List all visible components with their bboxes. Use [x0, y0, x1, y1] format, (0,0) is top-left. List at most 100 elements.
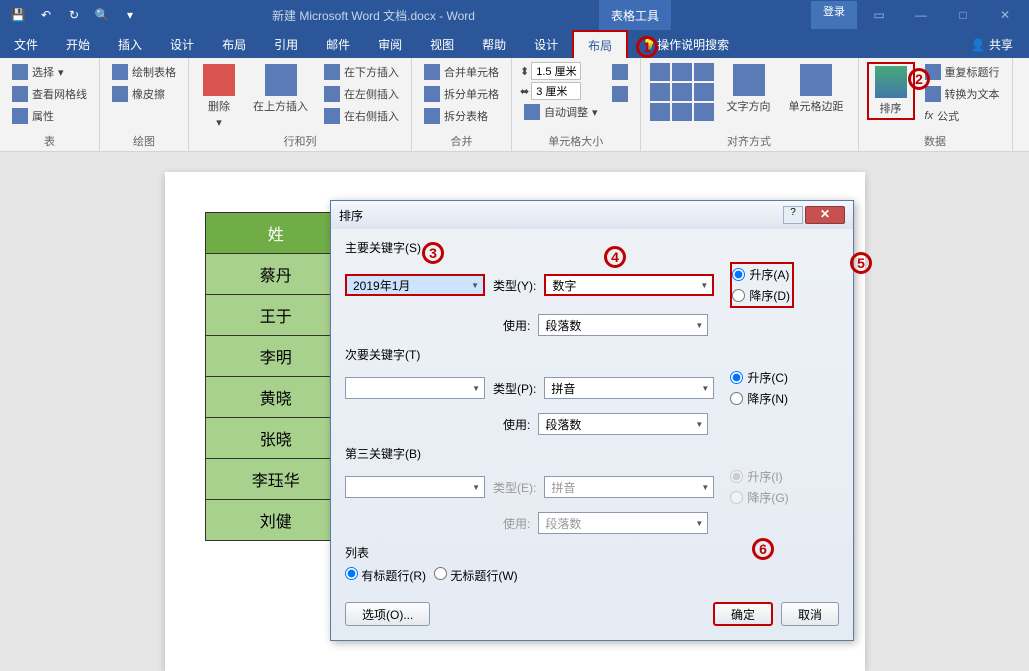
- align-tl-icon[interactable]: [650, 63, 670, 81]
- to-text-button[interactable]: 转换为文本: [921, 84, 1004, 104]
- insert-right-icon: [324, 108, 340, 124]
- tab-references[interactable]: 引用: [260, 30, 312, 58]
- align-mr-icon[interactable]: [694, 83, 714, 101]
- close-icon[interactable]: ✕: [985, 1, 1025, 29]
- align-br-icon[interactable]: [694, 103, 714, 121]
- secondary-using-select[interactable]: 段落数: [538, 413, 708, 435]
- dialog-close-icon[interactable]: ✕: [805, 206, 845, 224]
- draw-table-button[interactable]: 绘制表格: [108, 62, 180, 82]
- split-cells-button[interactable]: 拆分单元格: [420, 84, 503, 104]
- eraser-icon: [112, 86, 128, 102]
- align-mc-icon[interactable]: [672, 83, 692, 101]
- third-type-select: 拼音: [544, 476, 714, 498]
- align-tc-icon[interactable]: [672, 63, 692, 81]
- insert-below-icon: [324, 64, 340, 80]
- tab-design[interactable]: 设计: [156, 30, 208, 58]
- pencil-icon: [112, 64, 128, 80]
- tab-layout[interactable]: 布局: [208, 30, 260, 58]
- third-desc-radio: 降序(G): [730, 489, 788, 506]
- has-header-radio[interactable]: 有标题行(R): [345, 567, 426, 584]
- align-bc-icon[interactable]: [672, 103, 692, 121]
- secondary-key-label: 次要关键字(T): [345, 346, 839, 363]
- table-header: 姓: [205, 213, 347, 254]
- login-button[interactable]: 登录: [811, 1, 857, 29]
- cell-margins-icon: [800, 64, 832, 96]
- split-table-button[interactable]: 拆分表格: [420, 106, 503, 126]
- group-data: 数据: [867, 131, 1004, 149]
- formula-button[interactable]: fx 公式: [921, 106, 1004, 126]
- secondary-desc-radio[interactable]: 降序(N): [730, 390, 788, 407]
- marker-5: 5: [850, 252, 872, 274]
- tab-mail[interactable]: 邮件: [312, 30, 364, 58]
- table-cell: 蔡丹: [205, 254, 347, 295]
- cancel-button[interactable]: 取消: [781, 602, 839, 626]
- row-height-input[interactable]: ⬍: [520, 62, 602, 80]
- align-tr-icon[interactable]: [694, 63, 714, 81]
- no-header-radio[interactable]: 无标题行(W): [434, 567, 518, 584]
- distribute-cols-button[interactable]: [608, 84, 632, 104]
- merge-icon: [424, 64, 440, 80]
- save-icon[interactable]: 💾: [6, 3, 30, 27]
- group-table: 表: [8, 131, 91, 149]
- window-title: 新建 Microsoft Word 文档.docx - Word: [148, 7, 599, 24]
- secondary-type-select[interactable]: 拼音: [544, 377, 714, 399]
- eraser-button[interactable]: 橡皮擦: [108, 84, 180, 104]
- split-table-icon: [424, 108, 440, 124]
- options-button[interactable]: 选项(O)...: [345, 602, 430, 626]
- tab-help[interactable]: 帮助: [468, 30, 520, 58]
- tab-home[interactable]: 开始: [52, 30, 104, 58]
- pointer-icon: [12, 64, 28, 80]
- properties-button[interactable]: 属性: [8, 106, 91, 126]
- repeat-header-button[interactable]: 重复标题行: [921, 62, 1004, 82]
- tab-review[interactable]: 审阅: [364, 30, 416, 58]
- primary-using-select[interactable]: 段落数: [538, 314, 708, 336]
- ok-button[interactable]: 确定: [713, 602, 773, 626]
- third-key-select[interactable]: [345, 476, 485, 498]
- delete-button[interactable]: 删除▾: [197, 62, 241, 131]
- cell-margins-button[interactable]: 单元格边距: [783, 62, 850, 116]
- undo-icon[interactable]: ↶: [34, 3, 58, 27]
- insert-above-button[interactable]: 在上方插入: [247, 62, 314, 116]
- secondary-key-select[interactable]: [345, 377, 485, 399]
- tab-table-design[interactable]: 设计: [520, 30, 572, 58]
- dialog-help-icon[interactable]: ?: [783, 206, 803, 224]
- col-width-input[interactable]: ⬌: [520, 82, 602, 100]
- minimize-icon[interactable]: —: [901, 1, 941, 29]
- maximize-icon[interactable]: □: [943, 1, 983, 29]
- text-direction-button[interactable]: 文字方向: [721, 62, 777, 116]
- view-gridlines-button[interactable]: 查看网格线: [8, 84, 91, 104]
- group-align: 对齐方式: [649, 131, 850, 149]
- primary-desc-radio[interactable]: 降序(D): [732, 287, 790, 304]
- dist-cols-icon: [612, 86, 628, 102]
- insert-left-button[interactable]: 在左侧插入: [320, 84, 403, 104]
- sort-button[interactable]: 排序: [867, 62, 915, 120]
- tab-view[interactable]: 视图: [416, 30, 468, 58]
- tab-file[interactable]: 文件: [0, 30, 52, 58]
- qat-more-icon[interactable]: ▾: [118, 3, 142, 27]
- insert-below-button[interactable]: 在下方插入: [320, 62, 403, 82]
- align-bl-icon[interactable]: [650, 103, 670, 121]
- tab-insert[interactable]: 插入: [104, 30, 156, 58]
- preview-icon[interactable]: 🔍: [90, 3, 114, 27]
- grid-icon: [12, 86, 28, 102]
- primary-asc-radio[interactable]: 升序(A): [732, 266, 790, 283]
- ribbon-display-icon[interactable]: ▭: [859, 1, 899, 29]
- primary-key-select[interactable]: 2019年1月: [345, 274, 485, 296]
- redo-icon[interactable]: ↻: [62, 3, 86, 27]
- align-ml-icon[interactable]: [650, 83, 670, 101]
- distribute-rows-button[interactable]: [608, 62, 632, 82]
- insert-above-icon: [265, 64, 297, 96]
- group-rowcol: 行和列: [197, 131, 403, 149]
- share-button[interactable]: 👤 共享: [955, 36, 1029, 53]
- primary-type-select[interactable]: 数字: [544, 274, 714, 296]
- dialog-title: 排序: [339, 207, 783, 224]
- insert-right-button[interactable]: 在右侧插入: [320, 106, 403, 126]
- third-key-label: 第三关键字(B): [345, 445, 839, 462]
- properties-icon: [12, 108, 28, 124]
- merge-cells-button[interactable]: 合并单元格: [420, 62, 503, 82]
- secondary-asc-radio[interactable]: 升序(C): [730, 369, 788, 386]
- autofit-button[interactable]: 自动调整 ▾: [520, 102, 602, 122]
- group-merge: 合并: [420, 131, 503, 149]
- select-button[interactable]: 选择 ▾: [8, 62, 91, 82]
- tab-table-layout[interactable]: 布局: [572, 30, 628, 58]
